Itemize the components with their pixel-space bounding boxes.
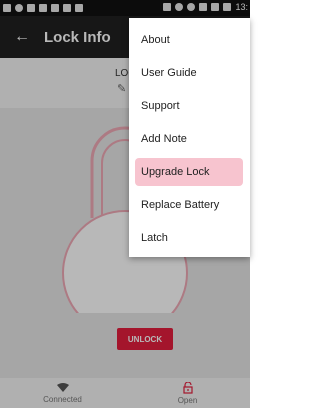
overflow-menu: About User Guide Support Add Note Upgrad…	[129, 18, 250, 257]
menu-item-support[interactable]: Support	[135, 92, 243, 120]
menu-item-replace-battery[interactable]: Replace Battery	[135, 191, 243, 219]
menu-item-latch[interactable]: Latch	[135, 224, 243, 252]
menu-item-upgrade-lock[interactable]: Upgrade Lock	[135, 158, 243, 186]
menu-item-user-guide[interactable]: User Guide	[135, 59, 243, 87]
menu-item-about[interactable]: About	[135, 26, 243, 54]
menu-item-add-note[interactable]: Add Note	[135, 125, 243, 153]
